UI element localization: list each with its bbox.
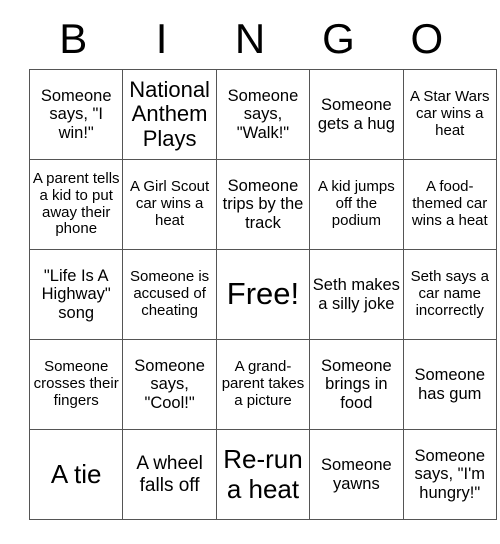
bingo-row: A parent tells a kid to put away their p…: [28, 159, 497, 250]
bingo-cell[interactable]: A kid jumps off the podium: [309, 159, 404, 250]
bingo-cell[interactable]: National Anthem Plays: [122, 69, 217, 160]
bingo-row: Someone says, "I win!" National Anthem P…: [28, 69, 497, 160]
bingo-row: Someone crosses their fingers Someone sa…: [28, 339, 497, 430]
bingo-cell[interactable]: A food-themed car wins a heat: [402, 159, 497, 250]
bingo-cell[interactable]: A tie: [28, 429, 124, 520]
bingo-cell[interactable]: Re-run a heat: [215, 429, 311, 520]
bingo-header-letter-o: O: [410, 15, 444, 62]
bingo-cell[interactable]: Someone crosses their fingers: [28, 339, 124, 430]
bingo-cell[interactable]: Someone says, "I'm hungry!": [402, 429, 497, 520]
bingo-cell[interactable]: "Life Is A Highway" song: [28, 249, 124, 340]
bingo-cell[interactable]: Someone trips by the track: [215, 159, 311, 250]
bingo-cell[interactable]: Someone yawns: [309, 429, 404, 520]
bingo-cell[interactable]: Seth says a car name incorrectly: [402, 249, 497, 340]
bingo-cell[interactable]: Someone brings in food: [309, 339, 404, 430]
bingo-free-cell[interactable]: Free!: [215, 249, 311, 340]
bingo-cell[interactable]: A wheel falls off: [122, 429, 217, 520]
bingo-header-letter-i: I: [155, 15, 168, 62]
bingo-row: A tie A wheel falls off Re-run a heat So…: [28, 429, 497, 520]
bingo-cell[interactable]: Someone is accused of cheating: [122, 249, 217, 340]
bingo-cell[interactable]: A Star Wars car wins a heat: [402, 69, 497, 160]
bingo-cell[interactable]: Someone says, "Cool!": [122, 339, 217, 430]
bingo-cell[interactable]: A Girl Scout car wins a heat: [122, 159, 217, 250]
bingo-cell[interactable]: Someone gets a hug: [309, 69, 404, 160]
bingo-card: B I N G O Someone says, "I win!" Nationa…: [28, 0, 497, 520]
bingo-header-letter-b: B: [59, 15, 88, 62]
bingo-cell[interactable]: A parent tells a kid to put away their p…: [28, 159, 124, 250]
bingo-cell[interactable]: Someone says, "I win!": [28, 69, 124, 160]
bingo-cell[interactable]: A grand-parent takes a picture: [215, 339, 311, 430]
bingo-cell[interactable]: Someone says, "Walk!": [215, 69, 311, 160]
bingo-row: "Life Is A Highway" song Someone is accu…: [28, 249, 497, 340]
bingo-cell[interactable]: Someone has gum: [402, 339, 497, 430]
bingo-header-row: B I N G O: [29, 0, 471, 69]
bingo-cell[interactable]: Seth makes a silly joke: [309, 249, 404, 340]
bingo-header-letter-g: G: [322, 15, 355, 62]
bingo-grid: Someone says, "I win!" National Anthem P…: [28, 69, 497, 520]
bingo-header-letter-n: N: [234, 15, 266, 62]
